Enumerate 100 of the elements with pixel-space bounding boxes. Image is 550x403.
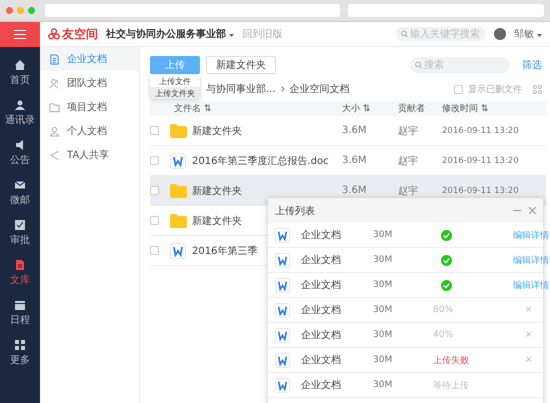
close-window-dot[interactable] xyxy=(6,7,13,14)
caret-icon xyxy=(229,34,234,37)
logo-text: 友空间 xyxy=(62,26,98,42)
word-document-icon xyxy=(170,242,186,258)
file-size: 3.6M xyxy=(342,125,367,136)
zoom-window-dot[interactable] xyxy=(28,7,35,14)
address-bar[interactable] xyxy=(45,4,340,17)
person-icon xyxy=(14,99,26,111)
contributor: 赵宇 xyxy=(398,184,418,198)
column-header[interactable]: 文件名 ⇅ xyxy=(170,102,342,115)
logo-icon xyxy=(48,28,60,40)
nav-item[interactable]: 日程 xyxy=(0,293,40,333)
nav-item[interactable]: 审批 xyxy=(0,213,40,253)
breadcrumb-link[interactable]: 企业空间文档 xyxy=(290,82,350,96)
file-size: 30M xyxy=(373,355,392,365)
folder-icon xyxy=(170,184,187,198)
checkbox[interactable] xyxy=(150,126,159,135)
file-name: 企业文档 xyxy=(301,254,341,267)
file-name: 2016年第三季度汇总报告.doc xyxy=(192,154,329,168)
file-size: 30M xyxy=(373,255,392,265)
column-header[interactable]: 大小 ⇅ xyxy=(342,102,398,115)
word-document-icon xyxy=(275,278,290,292)
menu-item[interactable]: 上传文件 xyxy=(150,75,200,87)
file-name: 企业文档 xyxy=(301,328,341,342)
sidebar-item[interactable]: 团队文档 xyxy=(40,71,139,95)
grid-icon xyxy=(14,339,26,351)
breadcrumb-link[interactable]: 与协同事业部... xyxy=(206,82,276,96)
share-icon xyxy=(49,150,60,160)
modified-time: 2016-09-11 13:20 xyxy=(442,186,520,196)
home-icon xyxy=(14,59,26,71)
checkbox[interactable] xyxy=(150,246,159,255)
minimize-icon[interactable] xyxy=(513,210,521,211)
file-name: 企业文档 xyxy=(301,228,341,242)
nav-item[interactable]: 通讯录 xyxy=(0,93,40,133)
nav-item[interactable]: 文库 xyxy=(0,253,40,293)
modified-time: 2016-09-11 13:20 xyxy=(442,126,520,136)
folder-icon xyxy=(170,124,187,138)
checkbox-label: 显示已删文件 xyxy=(468,84,522,96)
progress-text: 40% xyxy=(433,330,454,340)
user-menu[interactable]: 邹敏 xyxy=(514,27,542,41)
search-field[interactable]: 搜索 xyxy=(410,57,510,73)
file-size: 30M xyxy=(373,330,392,340)
folder-icon xyxy=(170,214,187,228)
people-icon xyxy=(49,78,60,88)
sidebar-item[interactable]: 个人文档 xyxy=(40,119,139,143)
status-text: 等待上传 xyxy=(433,380,470,392)
file-name: 企业文档 xyxy=(301,354,341,367)
panel-title: 上传列表 xyxy=(275,204,315,218)
contributor: 赵宇 xyxy=(398,154,418,168)
menu-item[interactable]: 上传文件夹 xyxy=(150,87,200,99)
mail-icon xyxy=(14,179,26,191)
checkbox-icon xyxy=(14,219,26,231)
nav-item[interactable]: 首页 xyxy=(0,53,40,93)
file-size: 30M xyxy=(373,280,392,290)
grid-view-icon[interactable] xyxy=(533,84,542,94)
file-size: 30M xyxy=(373,380,392,390)
sidebar-item[interactable]: 项目文档 xyxy=(40,95,139,119)
word-document-icon xyxy=(275,352,290,368)
word-document-icon xyxy=(275,228,290,242)
caret-icon xyxy=(537,34,542,37)
file-size: 30M xyxy=(373,230,392,240)
menu-icon xyxy=(14,30,26,39)
checkbox[interactable] xyxy=(150,156,159,165)
error-text: 上传失败 xyxy=(433,354,470,366)
checkbox[interactable] xyxy=(150,216,159,225)
file-name: 新建文件夹 xyxy=(192,184,242,198)
contributor: 赵宇 xyxy=(398,124,418,138)
menu-button[interactable] xyxy=(0,22,40,47)
browser-search-bar[interactable] xyxy=(348,4,544,17)
folder-icon xyxy=(49,102,60,112)
chevron-icon xyxy=(280,86,285,92)
minimize-window-dot[interactable] xyxy=(17,7,24,14)
new-folder-button[interactable]: 新建文件夹 xyxy=(206,56,276,74)
search-field[interactable]: 输入关键字搜索 xyxy=(396,27,486,41)
avatar[interactable] xyxy=(494,28,506,40)
checkbox[interactable] xyxy=(150,186,159,195)
sidebar-item[interactable]: TA人共享 xyxy=(40,143,139,167)
file-size: 3.6M xyxy=(342,185,367,196)
nav-item[interactable]: 微邮 xyxy=(0,173,40,213)
file-name: 新建文件夹 xyxy=(192,124,242,138)
nav-item[interactable]: 公告 xyxy=(0,133,40,173)
calendar-icon xyxy=(14,299,26,311)
modified-time: 2016-09-11 13:20 xyxy=(442,156,520,166)
word-document-icon xyxy=(170,152,186,168)
org-dropdown[interactable]: 社交与协同办公服务事业部 xyxy=(106,27,234,41)
checkbox[interactable] xyxy=(454,84,463,94)
column-header[interactable]: 修改时间 ⇅ xyxy=(442,102,546,115)
file-name: 企业文档 xyxy=(301,304,341,317)
word-document-icon xyxy=(275,302,290,318)
nav-item[interactable]: 更多 xyxy=(0,333,40,373)
file-name: 2016年第三季 xyxy=(192,244,258,258)
file-size: 3.6M xyxy=(342,155,367,166)
document-icon xyxy=(49,54,60,64)
word-document-icon xyxy=(275,252,290,268)
word-document-icon xyxy=(275,328,290,342)
close-icon[interactable] xyxy=(529,207,536,214)
person-icon xyxy=(49,126,60,136)
speaker-icon xyxy=(14,139,26,151)
file-name: 企业文档 xyxy=(301,378,341,392)
column-header[interactable]: 贡献者 xyxy=(398,102,442,115)
